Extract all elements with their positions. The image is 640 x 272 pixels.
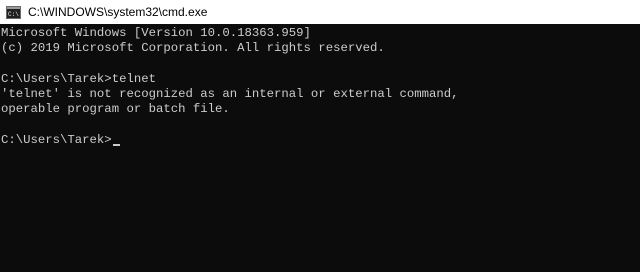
svg-text:C:\: C:\ xyxy=(8,11,19,18)
window-title: C:\WINDOWS\system32\cmd.exe xyxy=(28,5,208,19)
console-line: operable program or batch file. xyxy=(1,102,230,117)
console-line: C:\Users\Tarek>telnet xyxy=(1,71,156,86)
console-line: 'telnet' is not recognized as an interna… xyxy=(1,87,459,102)
title-bar[interactable]: C:\ C:\WINDOWS\system32\cmd.exe xyxy=(0,0,640,24)
text-cursor xyxy=(112,144,120,147)
cmd-icon: C:\ xyxy=(6,5,21,19)
console-line: (c) 2019 Microsoft Corporation. All righ… xyxy=(1,41,385,56)
cmd-window: C:\ C:\WINDOWS\system32\cmd.exe Microsof… xyxy=(0,0,640,272)
prompt-text: C:\Users\Tarek> xyxy=(1,133,112,148)
command-prompt[interactable]: C:\Users\Tarek> xyxy=(1,133,640,148)
console-line: Microsoft Windows [Version 10.0.18363.95… xyxy=(1,26,311,40)
console-output[interactable]: Microsoft Windows [Version 10.0.18363.95… xyxy=(0,26,640,272)
